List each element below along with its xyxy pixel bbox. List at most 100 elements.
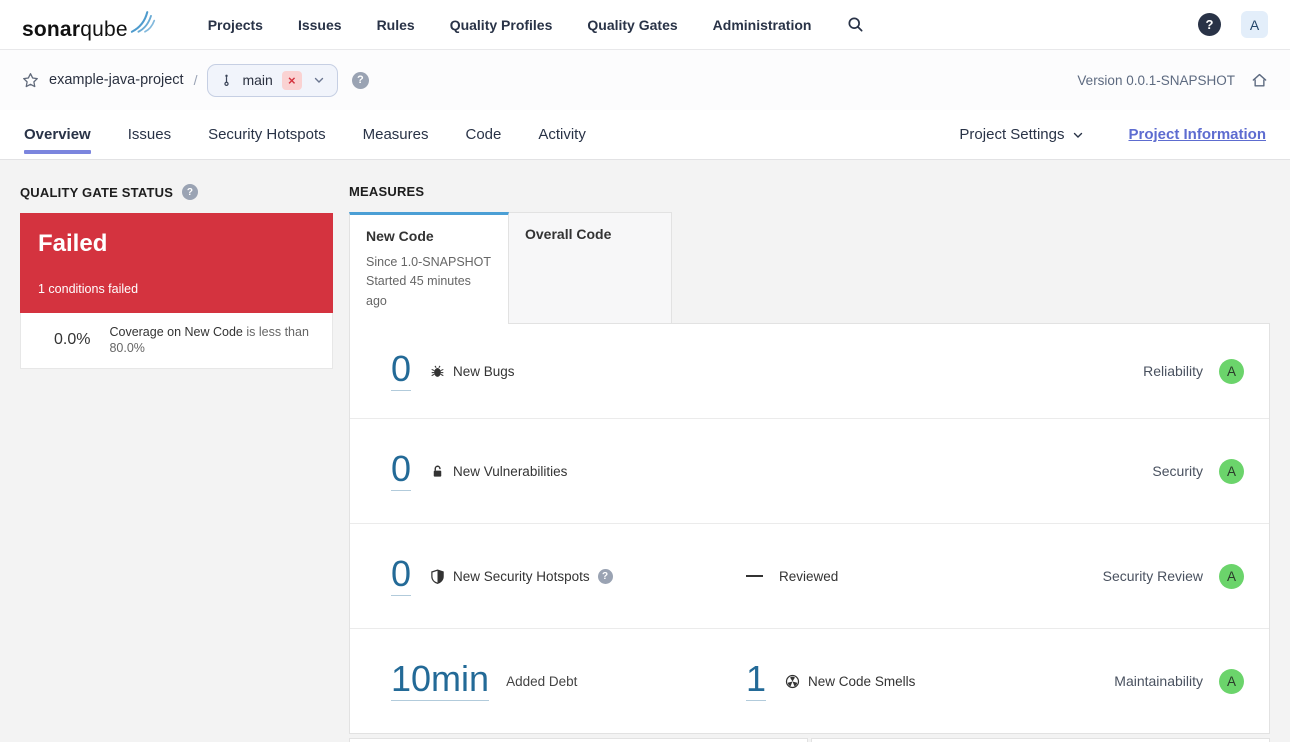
quality-gate-status: Failed [38,230,108,257]
overall-code-tab-label: Overall Code [525,226,612,242]
security-rating-badge[interactable]: A [1219,458,1244,484]
nav-item-projects[interactable]: Projects [208,17,263,33]
new-hotspots-label: New Security Hotspots [453,568,590,584]
lock-icon [430,464,445,479]
duplications-card-partial [811,738,1270,742]
branch-icon [220,72,233,88]
nav-item-quality-gates[interactable]: Quality Gates [587,17,677,33]
breadcrumb-project-name[interactable]: example-java-project [49,72,184,88]
chevron-down-icon [313,74,325,86]
reliability-rating: Reliability A [1143,358,1244,384]
chevron-down-icon [1072,129,1084,141]
shield-icon [430,569,445,584]
quality-gate-conditions-summary: 1 conditions failed [38,281,139,296]
new-bugs-label: New Bugs [453,363,515,379]
security-label: Security [1152,463,1203,480]
hotspots-help-icon[interactable]: ? [597,568,613,584]
branch-name: main [242,72,273,88]
tab-overall-code[interactable]: Overall Code [509,212,672,325]
maintainability-rating: Maintainability A [1114,668,1244,694]
tab-security-hotspots[interactable]: Security Hotspots [208,110,326,159]
sonarqube-app: sonarqube Projects Issues Rules Quality … [0,0,1290,742]
sonarqube-logo[interactable]: sonarqube [22,9,158,40]
new-code-period: Since 1.0-SNAPSHOT Started 45 minutes ag… [366,255,492,308]
measures-card: 0 New Bugs Reliability A 0 New Vulnerabi… [349,323,1270,735]
next-section-cards [349,738,1270,742]
added-debt-label: Added Debt [506,673,578,689]
logo-text: sonarqube [22,18,128,41]
measure-row-hotspots: 0 New Security Hotspots ? Reviewed Secur… [350,523,1269,628]
project-tabs-bar: Overview Issues Security Hotspots Measur… [0,110,1290,160]
search-icon[interactable] [847,16,864,33]
nav-item-rules[interactable]: Rules [377,17,415,33]
coverage-card-partial [349,738,808,742]
quality-gate-status-banner: Failed 1 conditions failed [20,213,333,313]
nav-item-quality-profiles[interactable]: Quality Profiles [450,17,553,33]
tab-new-code[interactable]: New Code Since 1.0-SNAPSHOT Started 45 m… [349,212,509,325]
new-bugs-count-link[interactable]: 0 [391,351,412,392]
condition-value: 0.0% [54,331,91,349]
reliability-label: Reliability [1143,363,1203,380]
reliability-rating-badge[interactable]: A [1219,358,1244,384]
breadcrumb-separator: / [193,72,198,88]
bug-icon [430,364,445,379]
tab-measures[interactable]: Measures [363,110,429,159]
new-code-smells-count-link[interactable]: 1 [746,661,767,702]
branch-help-icon[interactable]: ? [351,71,369,89]
maintainability-rating-badge[interactable]: A [1219,668,1244,694]
version-label: Version 0.0.1-SNAPSHOT [1077,72,1235,88]
code-smell-icon [785,674,800,689]
security-review-rating-badge[interactable]: A [1219,563,1244,589]
quality-gate-section-title: QUALITY GATE STATUS ? [20,184,333,200]
help-icon[interactable]: ? [1198,13,1221,36]
home-icon[interactable] [1251,72,1268,89]
reviewed-label: Reviewed [779,568,839,584]
nav-item-administration[interactable]: Administration [713,17,812,33]
new-vulnerabilities-count-link[interactable]: 0 [391,451,412,492]
tab-overview[interactable]: Overview [24,110,91,159]
main-nav: Projects Issues Rules Quality Profiles Q… [208,17,812,33]
overview-content: QUALITY GATE STATUS ? Failed 1 condition… [0,160,1290,742]
context-bar: example-java-project / main × ? Version … [0,50,1290,110]
debt-measure: 10min Added Debt [391,661,746,702]
quality-gate-help-icon[interactable]: ? [182,184,199,200]
vulnerabilities-measure: 0 New Vulnerabilities [391,451,746,492]
tab-issues[interactable]: Issues [128,110,171,159]
project-information-link[interactable]: Project Information [1128,126,1266,143]
tab-code[interactable]: Code [465,110,501,159]
tab-activity[interactable]: Activity [538,110,586,159]
top-navigation: sonarqube Projects Issues Rules Quality … [0,0,1290,50]
tabs-bar-right: Project Settings Project Information [959,126,1266,143]
code-smells-measure: 1 New Code Smells [746,661,916,702]
maintainability-label: Maintainability [1114,673,1203,690]
security-review-label: Security Review [1102,568,1203,585]
new-code-smells-label: New Code Smells [808,673,916,689]
measures-tabs: New Code Since 1.0-SNAPSHOT Started 45 m… [349,212,1270,325]
bugs-measure: 0 New Bugs [391,351,746,392]
measure-row-maintainability: 10min Added Debt 1 New Code Smells Maint… [350,628,1269,733]
project-settings-menu[interactable]: Project Settings [959,126,1084,143]
project-settings-label: Project Settings [959,126,1065,143]
favorite-star-icon[interactable] [22,72,39,89]
security-review-rating: Security Review A [1102,563,1244,589]
branch-failed-badge[interactable]: × [281,70,302,90]
avatar[interactable]: A [1241,11,1268,38]
hotspots-measure: 0 New Security Hotspots ? [391,556,746,597]
branch-selector[interactable]: main × [207,63,338,97]
new-hotspots-count-link[interactable]: 0 [391,556,412,597]
measures-panel: MEASURES New Code Since 1.0-SNAPSHOT Sta… [349,184,1270,742]
reviewed-dash [746,575,763,578]
nav-item-issues[interactable]: Issues [298,17,342,33]
topnav-right: ? A [1198,11,1268,38]
context-bar-right: Version 0.0.1-SNAPSHOT [1077,72,1268,89]
measure-row-vulnerabilities: 0 New Vulnerabilities Security A [350,418,1269,523]
hotspots-reviewed: Reviewed [746,569,838,584]
quality-gate-panel: QUALITY GATE STATUS ? Failed 1 condition… [20,184,333,718]
added-debt-link[interactable]: 10min [391,661,490,702]
measures-section-title: MEASURES [349,184,425,199]
condition-description: Coverage on New Code is less than 80.0% [109,324,309,356]
measure-row-bugs: 0 New Bugs Reliability A [350,324,1269,418]
logo-swoosh-icon [130,9,158,39]
security-rating: Security A [1152,458,1244,484]
failed-condition-row[interactable]: 0.0% Coverage on New Code is less than 8… [20,312,333,369]
